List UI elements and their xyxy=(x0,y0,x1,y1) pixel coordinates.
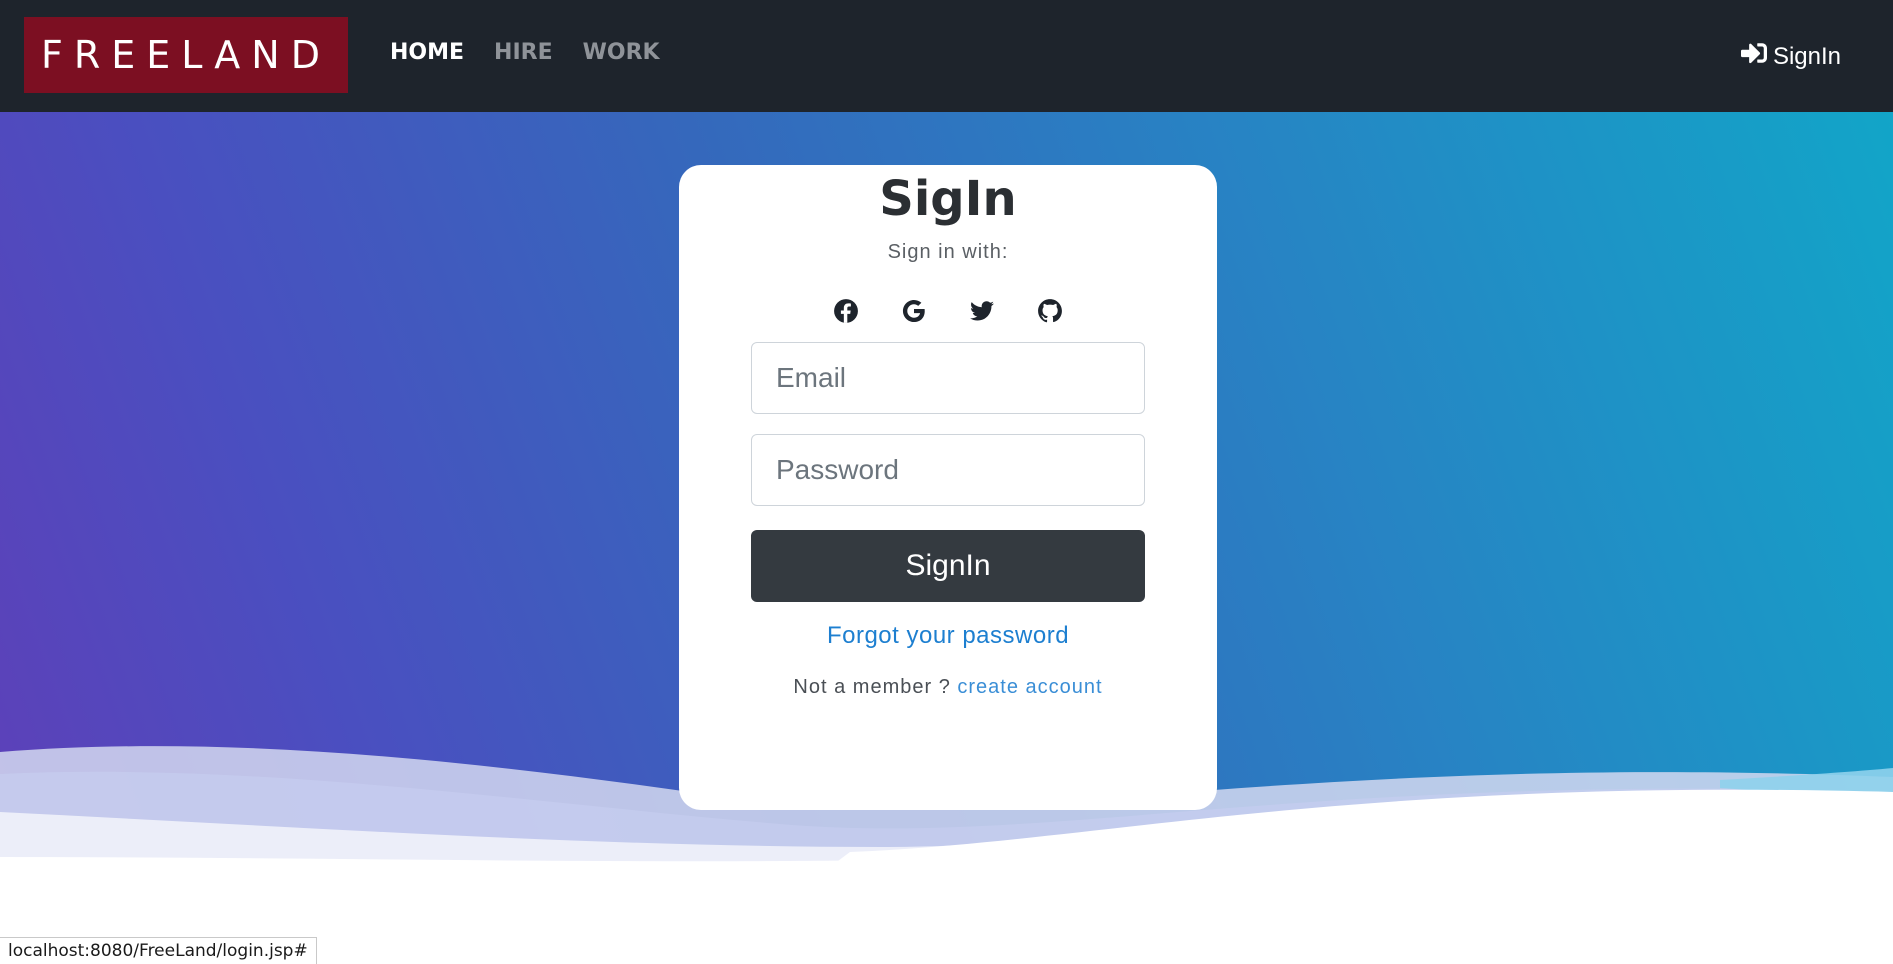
nav-link-hire[interactable]: HIRE xyxy=(494,40,553,65)
nav-signin-label: SignIn xyxy=(1772,42,1841,70)
nav-link-home[interactable]: HOME xyxy=(390,40,464,65)
twitter-icon[interactable] xyxy=(969,298,995,324)
sign-in-icon xyxy=(1740,40,1767,73)
github-icon[interactable] xyxy=(1037,298,1063,324)
nav-link-work[interactable]: WORK xyxy=(583,40,660,65)
google-icon[interactable] xyxy=(901,298,927,324)
create-account-link[interactable]: create account xyxy=(957,676,1102,698)
card-subtitle: Sign in with: xyxy=(887,241,1009,263)
password-field[interactable] xyxy=(751,434,1145,506)
member-text: Not a member ? xyxy=(793,676,951,698)
nav-links: HOME HIRE WORK xyxy=(390,40,660,65)
browser-status-url: localhost:8080/FreeLand/login.jsp# xyxy=(0,937,317,964)
social-buttons xyxy=(679,298,1217,324)
signin-card: SigIn Sign in with: SignIn Forgot your p… xyxy=(679,165,1217,810)
forgot-password-link[interactable]: Forgot your password xyxy=(827,622,1069,650)
email-field[interactable] xyxy=(751,342,1145,414)
facebook-icon[interactable] xyxy=(833,298,859,324)
brand-logo[interactable]: FREELAND xyxy=(24,17,348,93)
member-prompt: Not a member ? create account xyxy=(679,676,1217,699)
card-title: SigIn xyxy=(879,171,1017,227)
navbar: FREELAND HOME HIRE WORK SignIn xyxy=(0,0,1893,112)
nav-signin-button[interactable]: SignIn xyxy=(1740,40,1841,73)
signin-submit-button[interactable]: SignIn xyxy=(751,530,1145,602)
